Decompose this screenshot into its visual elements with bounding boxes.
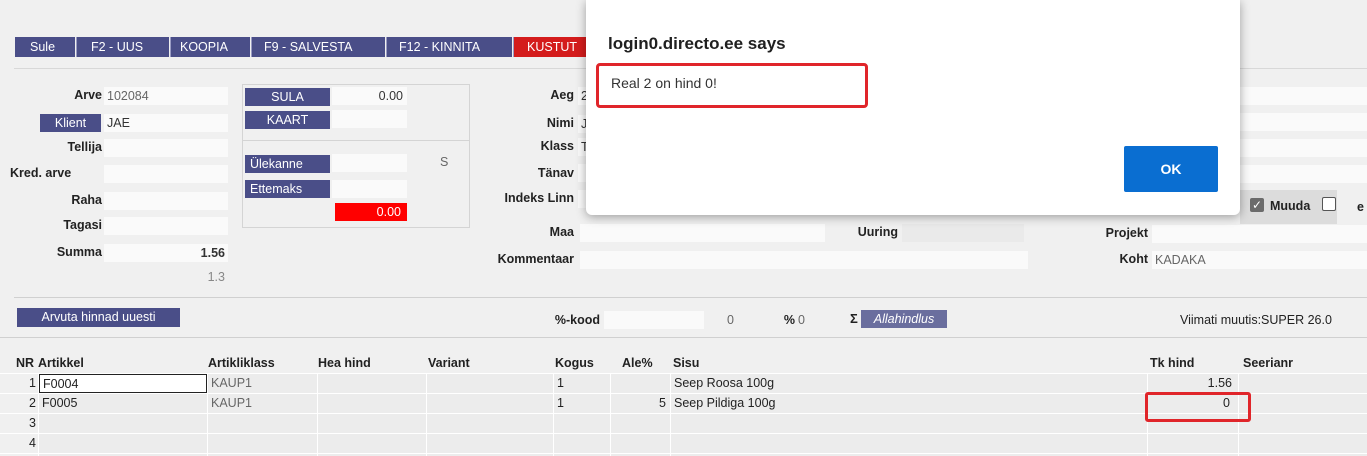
- grid-header: [0, 337, 1367, 338]
- raha-field[interactable]: [104, 192, 228, 210]
- col-tk-hind: Tk hind: [1150, 356, 1195, 370]
- right-field-1[interactable]: [1240, 87, 1367, 105]
- ulekanne-button[interactable]: Ülekanne: [245, 155, 330, 173]
- col-ale: Ale%: [622, 356, 653, 370]
- uuring-field[interactable]: [902, 224, 1024, 242]
- sula-button[interactable]: SULA: [245, 88, 330, 106]
- kood-label: %-kood: [554, 313, 600, 327]
- indeks-linn-label: Indeks Linn: [504, 191, 574, 205]
- sula-amount[interactable]: 0.00: [332, 87, 407, 105]
- copy-button[interactable]: KOOPIA: [170, 37, 250, 57]
- ettemaks-amount[interactable]: [332, 180, 407, 198]
- tagasi-label: Tagasi: [63, 218, 102, 232]
- col-nr: NR: [16, 356, 35, 370]
- artikliklass-cell[interactable]: KAUP1: [208, 374, 317, 393]
- sisu-cell[interactable]: Seep Roosa 100g: [671, 374, 1147, 393]
- payment-divider: [242, 140, 470, 141]
- arve-label: Arve: [74, 88, 102, 102]
- raha-label: Raha: [71, 193, 102, 207]
- maa-label: Maa: [549, 225, 574, 239]
- ettemaks-button[interactable]: Ettemaks: [245, 180, 330, 198]
- col-seerianr: Seerianr: [1243, 356, 1294, 370]
- summa-sub-value: 1.3: [207, 270, 225, 284]
- ulekanne-code: S: [440, 155, 449, 169]
- message-highlight: [596, 63, 868, 108]
- projekt-label: Projekt: [1105, 226, 1148, 240]
- muuda-checkbox[interactable]: ✓: [1250, 198, 1264, 212]
- projekt-field[interactable]: [1152, 225, 1367, 243]
- sisu-cell[interactable]: Seep Pildiga 100g: [671, 394, 1147, 413]
- save-button[interactable]: F9 - SALVESTA: [251, 37, 385, 57]
- right-field-2[interactable]: [1240, 113, 1367, 131]
- kood-field[interactable]: [604, 311, 704, 329]
- sigma-icon: Σ: [850, 311, 858, 326]
- e-label: e: [1357, 200, 1364, 214]
- row-nr: 1: [29, 376, 36, 390]
- e-checkbox[interactable]: [1322, 197, 1336, 211]
- uuring-label: Uuring: [857, 225, 898, 239]
- aeg-label: Aeg: [550, 88, 574, 102]
- summa-value: 1.56: [104, 244, 228, 262]
- koht-label: Koht: [1119, 252, 1148, 266]
- pct-value: 0: [798, 313, 805, 327]
- balance-value: 0.00: [335, 203, 407, 221]
- col-hea-hind: Hea hind: [318, 356, 371, 370]
- tanav-label: Tänav: [537, 166, 574, 180]
- ale-cell[interactable]: 5: [611, 394, 669, 413]
- modified-info: Viimati muutis:SUPER 26.0: [1180, 313, 1332, 327]
- right-field-3[interactable]: [1240, 139, 1367, 157]
- kred-arve-field[interactable]: [104, 165, 228, 183]
- koht-field[interactable]: KADAKA: [1152, 251, 1367, 269]
- new-button[interactable]: F2 - UUS: [76, 37, 169, 57]
- ok-button[interactable]: OK: [1124, 146, 1218, 192]
- recalc-prices-button[interactable]: Arvuta hinnad uuesti: [17, 308, 180, 327]
- maa-field[interactable]: [580, 224, 825, 242]
- col-artikkel: Artikkel: [38, 356, 84, 370]
- klass-label: Klass: [540, 139, 574, 153]
- close-button[interactable]: Sule: [15, 37, 75, 57]
- kommentaar-field[interactable]: [580, 251, 1028, 269]
- right-field-4[interactable]: [1240, 165, 1367, 183]
- kood-value: 0: [727, 313, 734, 327]
- col-artikliklass: Artikliklass: [208, 356, 275, 370]
- nimi-label: Nimi: [546, 116, 574, 130]
- rowbar-divider: [14, 297, 1367, 298]
- tellija-label: Tellija: [67, 140, 102, 154]
- muuda-label: Muuda: [1270, 199, 1311, 213]
- tagasi-field: [104, 217, 228, 235]
- kaart-button[interactable]: KAART: [245, 111, 330, 129]
- col-kogus: Kogus: [555, 356, 594, 370]
- kaart-amount[interactable]: [332, 110, 407, 128]
- ale-cell[interactable]: [611, 374, 669, 393]
- ulekanne-amount[interactable]: [332, 154, 407, 172]
- kogus-cell[interactable]: 1: [554, 394, 610, 413]
- row-nr: 3: [0, 414, 38, 433]
- arve-number: 102084: [104, 87, 228, 105]
- confirm-button[interactable]: F12 - KINNITA: [386, 37, 512, 57]
- artikkel-input[interactable]: F0004: [39, 374, 207, 393]
- kred-arve-label: Kred. arve: [10, 166, 72, 180]
- dialog-title: login0.directo.ee says: [608, 34, 786, 53]
- summa-label: Summa: [56, 245, 102, 259]
- row-nr: 4: [0, 434, 38, 453]
- delete-button[interactable]: KUSTUT: [513, 37, 588, 57]
- kogus-cell[interactable]: 1: [554, 374, 610, 393]
- kommentaar-label: Kommentaar: [497, 252, 574, 266]
- row-nr: 2: [0, 394, 38, 413]
- artikliklass-cell[interactable]: KAUP1: [208, 394, 317, 413]
- artikkel-input[interactable]: F0005: [39, 394, 207, 413]
- klient-field[interactable]: JAE: [104, 114, 228, 132]
- price-highlight: [1145, 392, 1251, 422]
- tellija-field[interactable]: [104, 139, 228, 157]
- pct-label: %: [783, 313, 795, 327]
- allahindlus-button[interactable]: Allahindlus: [861, 310, 947, 328]
- col-variant: Variant: [428, 356, 470, 370]
- klient-button[interactable]: Klient: [40, 114, 101, 132]
- col-sisu: Sisu: [673, 356, 700, 370]
- tk-hind-cell[interactable]: 1.56: [1148, 374, 1238, 393]
